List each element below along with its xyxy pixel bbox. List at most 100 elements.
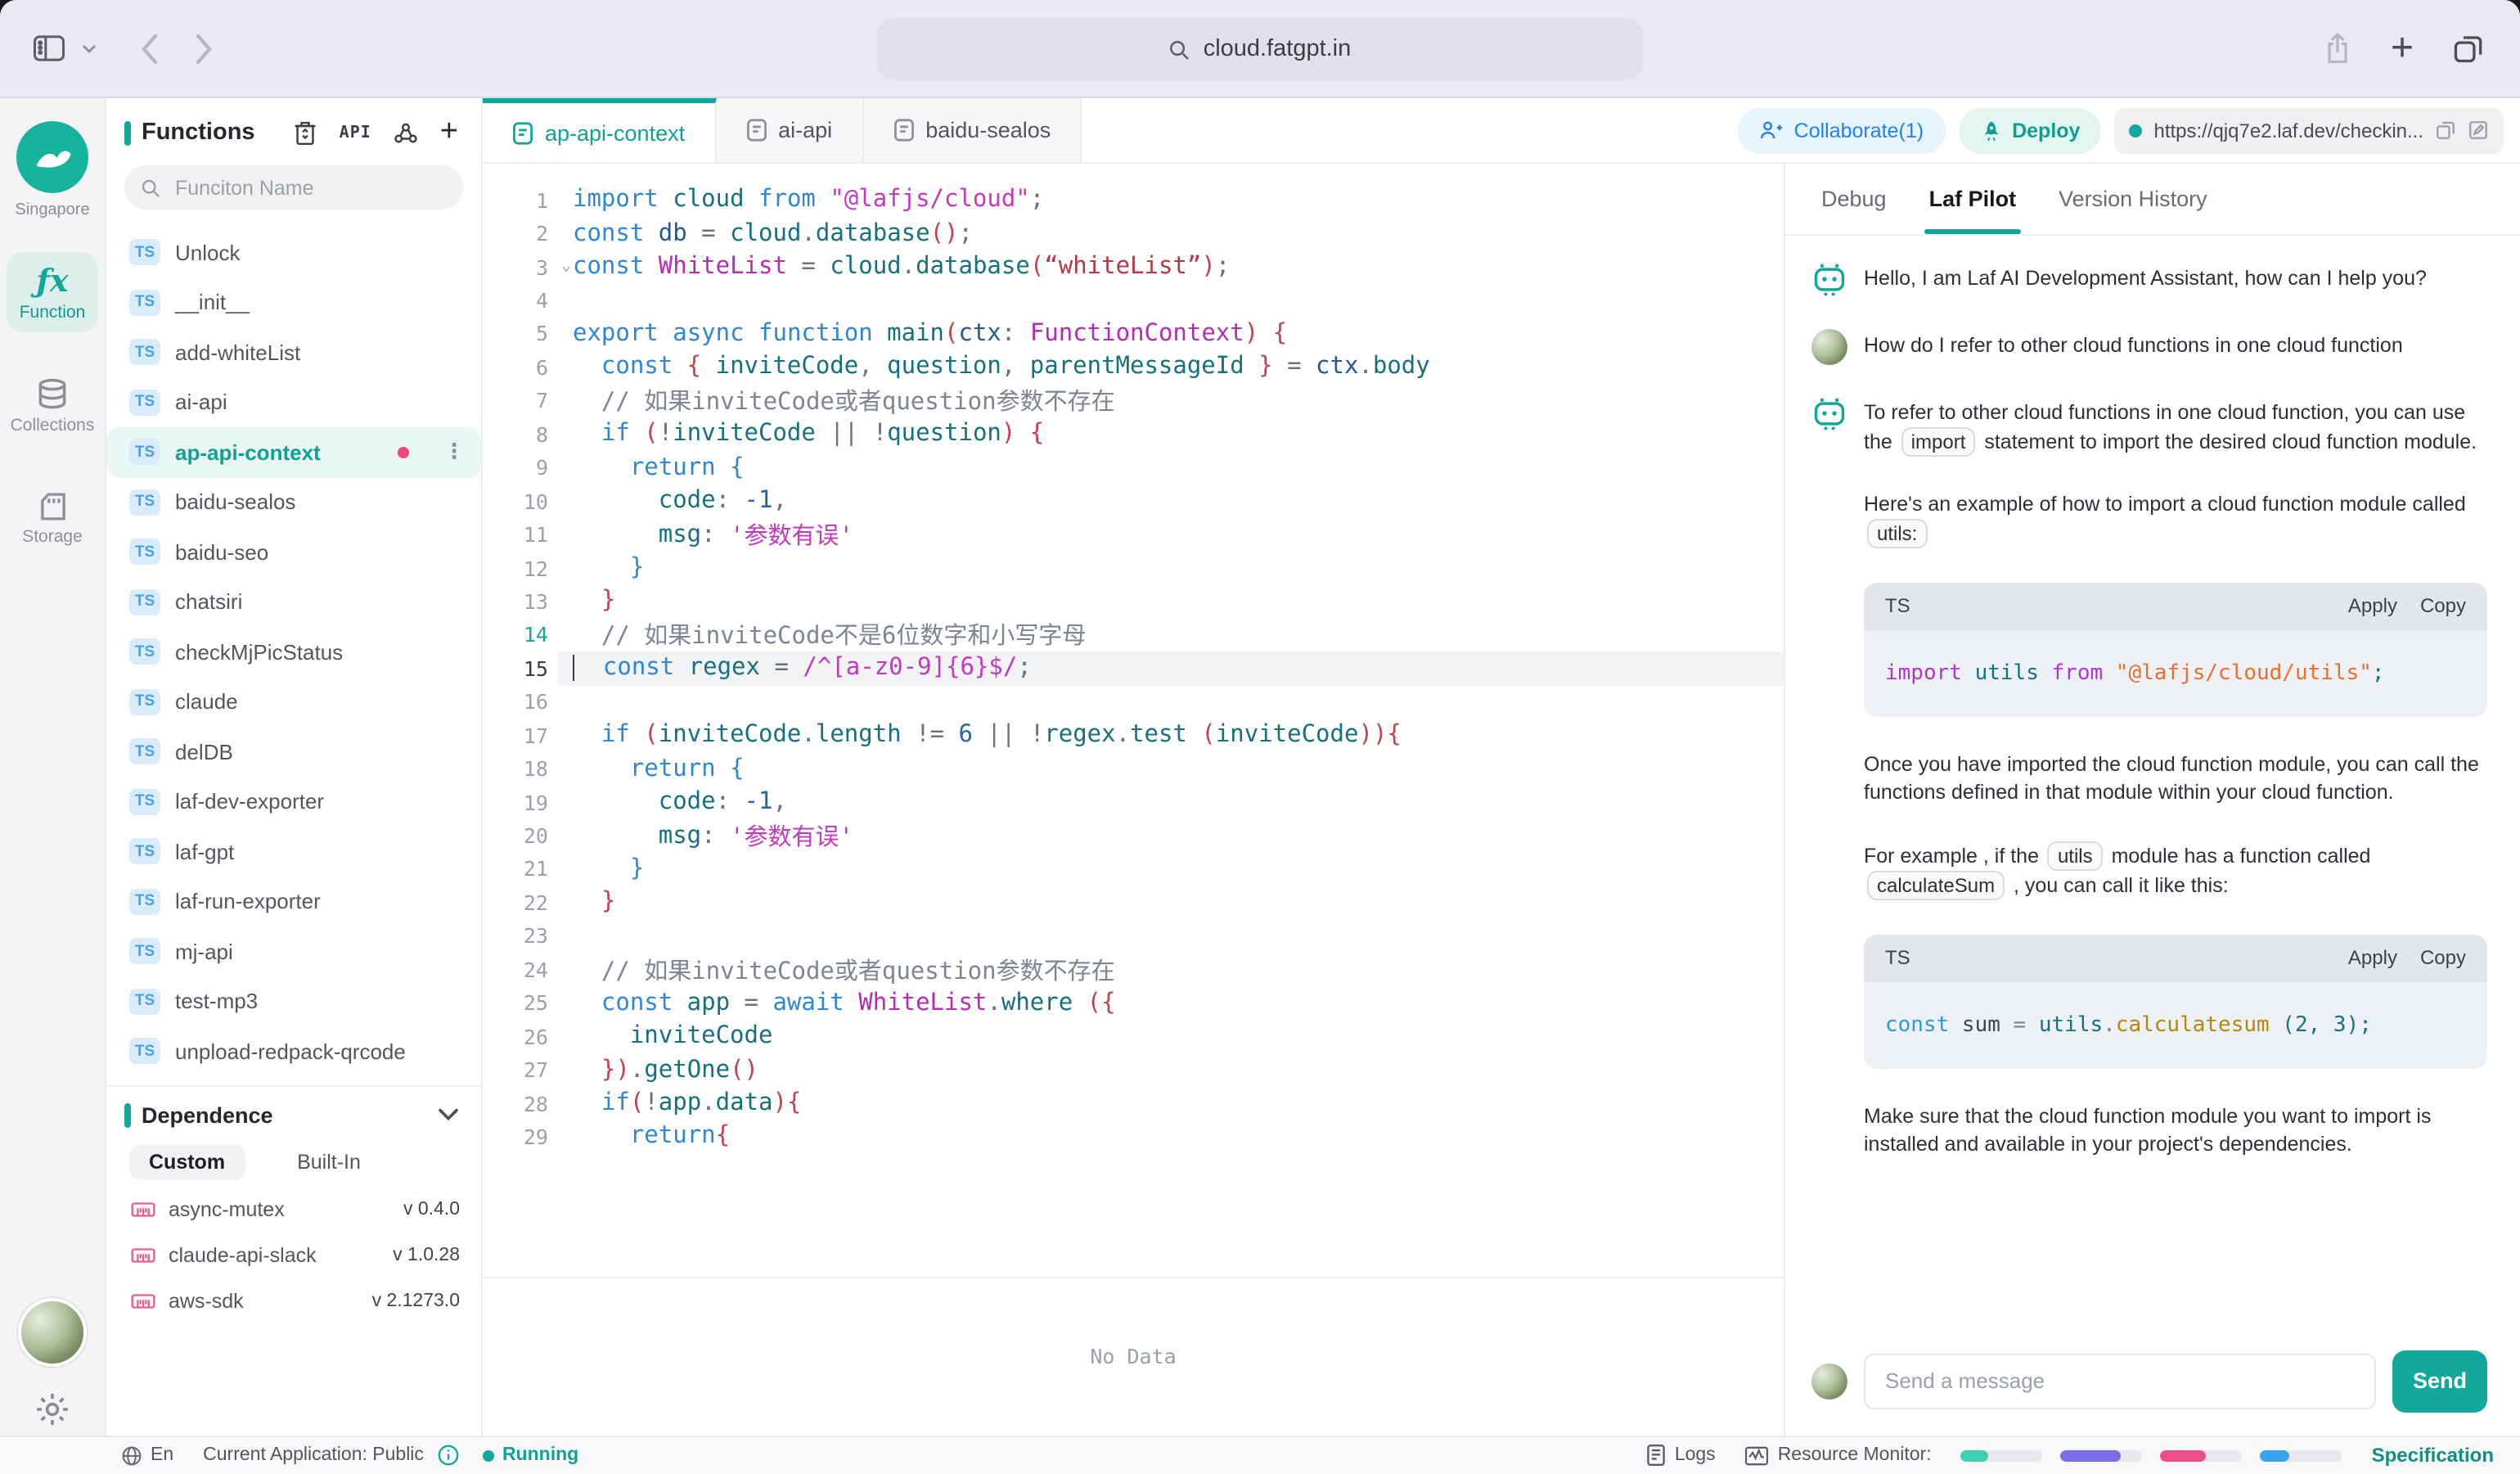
collaborate-button[interactable]: Collaborate(1) (1739, 107, 1945, 153)
dependency-item[interactable]: async-mutexv 0.4.0 (106, 1186, 481, 1232)
sidebar-item-storage[interactable]: Storage (7, 478, 98, 557)
chevron-down-icon[interactable] (82, 43, 97, 53)
copy-button[interactable]: Copy (2420, 944, 2466, 972)
tab-baidu-sealos[interactable]: baidu-sealos (863, 98, 1082, 162)
function-list-item[interactable]: TSlaf-run-exporter (106, 877, 481, 926)
code-line[interactable]: 14 // 如果inviteCode不是6位数字和小写字母 (483, 618, 1784, 651)
code-line[interactable]: 19 code: -1, (483, 786, 1784, 819)
code-line[interactable]: 20 msg: '参数有误' (483, 819, 1784, 853)
code-line[interactable]: 17 if (inviteCode.length != 6 || !regex.… (483, 719, 1784, 752)
user-avatar (1811, 1363, 1847, 1399)
function-list-item[interactable]: TS__init__ (106, 277, 481, 327)
logs-button[interactable]: Logs (1647, 1444, 1716, 1467)
language-switcher[interactable]: En (121, 1445, 173, 1466)
code-line[interactable]: 27 }).getOne() (483, 1053, 1784, 1087)
tab-laf-pilot[interactable]: Laf Pilot (1929, 164, 2017, 234)
chevron-down-icon[interactable] (439, 1108, 458, 1121)
tab-overview-icon[interactable] (2453, 33, 2484, 64)
settings-gear-icon[interactable] (33, 1389, 72, 1428)
sidebar-toggle-icon[interactable] (33, 34, 65, 62)
chat-message-input[interactable] (1864, 1353, 2376, 1409)
code-line[interactable]: 15 const regex = /^[a-z0-9]{6}$/; (483, 651, 1784, 685)
code-line[interactable]: 5export async function main(ctx: Functio… (483, 318, 1784, 351)
code-line[interactable]: 21 } (483, 853, 1784, 886)
forward-icon[interactable] (195, 32, 214, 65)
code-line[interactable]: 18 return { (483, 752, 1784, 786)
copy-icon[interactable] (2435, 119, 2456, 141)
tab-built-in[interactable]: Built-In (277, 1143, 380, 1179)
code-line[interactable]: 26 inviteCode (483, 1020, 1784, 1053)
code-line[interactable]: 1import cloud from "@lafjs/cloud"; (483, 183, 1784, 217)
function-list-item[interactable]: TScheckMjPicStatus (106, 627, 481, 677)
send-button[interactable]: Send (2392, 1350, 2487, 1412)
function-search[interactable] (124, 165, 463, 210)
address-bar[interactable]: cloud.fatgpt.in (877, 18, 1643, 80)
dependency-item[interactable]: claude-api-slackv 1.0.28 (106, 1232, 481, 1278)
function-list-item[interactable]: TSbaidu-sealos (106, 477, 481, 527)
code-line[interactable]: 24 // 如果inviteCode或者question参数不存在 (483, 953, 1784, 986)
api-docs-icon[interactable]: API (340, 124, 371, 142)
function-list-item[interactable]: TSai-api (106, 377, 481, 427)
recycle-bin-icon[interactable] (294, 119, 318, 146)
sidebar-item-function[interactable]: ƒx Function (7, 252, 98, 332)
tab-debug[interactable]: Debug (1821, 164, 1887, 234)
code-lines[interactable]: 1import cloud from "@lafjs/cloud";2const… (483, 164, 1784, 1277)
apply-button[interactable]: Apply (2348, 593, 2397, 620)
function-list-item[interactable]: TStest-mp3 (106, 976, 481, 1026)
code-line[interactable]: 28 if(!app.data){ (483, 1087, 1784, 1120)
code-line[interactable]: 22 } (483, 886, 1784, 919)
code-line[interactable]: 2const db = cloud.database(); (483, 217, 1784, 250)
add-function-icon[interactable]: + (440, 121, 458, 144)
function-list-item[interactable]: TSchatsiri (106, 577, 481, 627)
function-list-item[interactable]: TSUnlock (106, 228, 481, 277)
share-icon[interactable] (2324, 32, 2351, 65)
code-line[interactable]: 10 code: -1, (483, 485, 1784, 518)
function-list-item[interactable]: TSclaude (106, 677, 481, 727)
tab-ap-api-context[interactable]: ap-api-context (483, 98, 716, 162)
snippet-language-label: TS (1885, 593, 1910, 620)
copy-button[interactable]: Copy (2420, 593, 2466, 620)
back-icon[interactable] (139, 32, 159, 65)
specification-link[interactable]: Specification (2372, 1444, 2494, 1467)
function-search-input[interactable] (172, 174, 447, 201)
globe-icon (121, 1445, 142, 1466)
info-icon[interactable] (437, 1444, 460, 1467)
trigger-icon[interactable] (393, 120, 419, 145)
function-list-item[interactable]: TSmj-api (106, 926, 481, 976)
code-line[interactable]: 11 msg: '参数有误' (483, 518, 1784, 552)
apply-button[interactable]: Apply (2348, 944, 2397, 972)
function-list-item[interactable]: TSlaf-gpt (106, 827, 481, 877)
function-list-item[interactable]: TSap-api-context⋮ (106, 427, 481, 477)
code-line[interactable]: 16 (483, 685, 1784, 719)
code-line[interactable]: 25 const app = await WhiteList.where ({ (483, 986, 1784, 1020)
function-list-item[interactable]: TSlaf-dev-exporter (106, 777, 481, 827)
app-url-pill[interactable]: https://qjq7e2.laf.dev/checkin... (2114, 107, 2504, 153)
function-list-item[interactable]: TSadd-whiteList (106, 327, 481, 377)
function-list-item[interactable]: TSunpload-redpack-qrcode (106, 1026, 481, 1076)
code-line[interactable]: 9 return { (483, 451, 1784, 485)
code-line[interactable]: 4 (483, 284, 1784, 318)
user-avatar[interactable] (18, 1297, 87, 1366)
deploy-button[interactable]: Deploy (1958, 107, 2101, 153)
tab-version-history[interactable]: Version History (2059, 164, 2207, 234)
function-list-item[interactable]: TSdelDB (106, 727, 481, 777)
code-line[interactable]: 8 if (!inviteCode || !question) { (483, 417, 1784, 451)
kebab-menu-icon[interactable]: ⋮ (443, 439, 465, 466)
tab-custom[interactable]: Custom (129, 1143, 245, 1179)
code-line[interactable]: 23 (483, 919, 1784, 953)
function-list-item[interactable]: TSbaidu-seo (106, 527, 481, 577)
code-line[interactable]: 6 const { inviteCode, question, parentMe… (483, 350, 1784, 384)
code-line[interactable]: 3⌄const WhiteList = cloud.database(“whit… (483, 250, 1784, 284)
code-line[interactable]: 29 return{ (483, 1120, 1784, 1154)
fold-chevron-icon[interactable]: ⌄ (561, 256, 571, 274)
code-line[interactable]: 12 } (483, 552, 1784, 585)
edit-icon[interactable] (2468, 119, 2489, 141)
sidebar-item-collections[interactable]: Collections (7, 365, 98, 445)
new-tab-icon[interactable]: + (2391, 37, 2414, 60)
tab-ai-api[interactable]: ai-api (716, 98, 863, 162)
resource-monitor-label[interactable]: Resource Monitor: (1745, 1445, 1932, 1466)
code-line[interactable]: 13 } (483, 585, 1784, 619)
dependency-item[interactable]: aws-sdkv 2.1273.0 (106, 1278, 481, 1323)
code-line[interactable]: 7 // 如果inviteCode或者question参数不存在 (483, 384, 1784, 417)
laf-logo[interactable] (16, 121, 88, 193)
